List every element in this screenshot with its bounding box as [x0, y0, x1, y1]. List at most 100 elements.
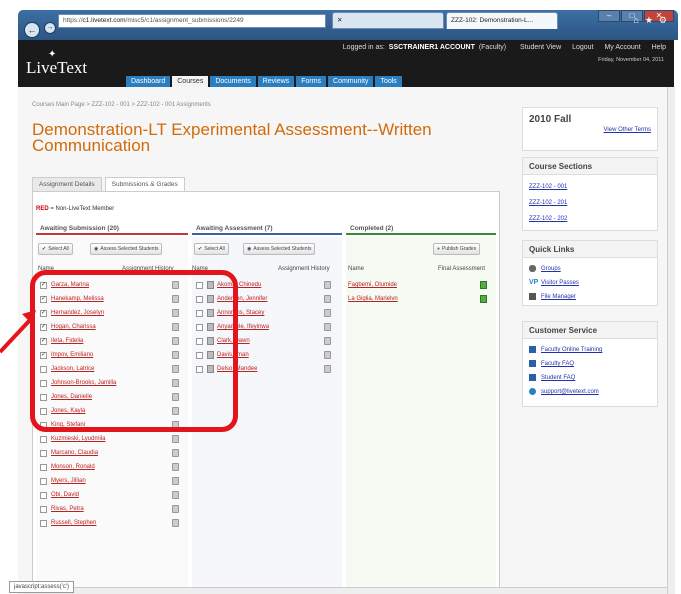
student-name-link[interactable]: La Giglia, Marielvn	[348, 296, 398, 302]
quick-links-box: Quick Links Groups VP Visitor Passes File…	[522, 240, 658, 306]
nav-reviews[interactable]: Reviews	[257, 76, 295, 87]
assignment-history-icon[interactable]	[324, 337, 331, 345]
section-link[interactable]: ZZZ-102 - 202	[529, 211, 651, 227]
minimize-icon[interactable]: –	[598, 10, 620, 22]
toolbar-icons[interactable]: ⌂★⚙	[633, 15, 673, 26]
assignment-history-icon[interactable]	[172, 491, 179, 499]
publish-icon: ●	[437, 246, 441, 252]
faculty-training-link[interactable]: Faculty Online Training	[541, 347, 602, 353]
student-name-link[interactable]: Rivas, Petra	[51, 506, 84, 512]
file-manager-link[interactable]: File Manager	[541, 294, 576, 300]
subtabs: Assignment Details Submissions & Grades	[32, 177, 188, 191]
assignment-history-icon[interactable]	[172, 519, 179, 527]
awaiting-assessment-header: Awaiting Assessment (7)	[192, 223, 342, 235]
help-link[interactable]: Help	[652, 44, 666, 51]
my-account-link[interactable]: My Account	[604, 44, 640, 51]
forward-icon[interactable]: →	[44, 22, 56, 34]
student-name-link[interactable]: Fagbemi, Olumide	[348, 282, 397, 288]
final-assessment-label: Final Assessment	[438, 266, 486, 272]
assess-selected-button[interactable]: ◉ Assess Selected Students	[243, 243, 316, 255]
nav-documents[interactable]: Documents	[210, 76, 256, 87]
student-name-link[interactable]: Kuzmieski, Lyudmila	[51, 436, 105, 442]
assignment-history-icon[interactable]	[172, 463, 179, 471]
nav-community[interactable]: Community	[328, 76, 374, 87]
student-checkbox[interactable]	[40, 449, 47, 457]
assignment-history-icon[interactable]	[324, 281, 331, 289]
student-name-link[interactable]: Russell, Stephen	[51, 520, 96, 526]
browser-tab-blank[interactable]: ✕	[332, 12, 444, 29]
customer-service-title: Customer Service	[523, 322, 657, 339]
section-link[interactable]: ZZZ-102 - 001	[529, 179, 651, 195]
url-domain: c1.livetext.com	[82, 17, 126, 24]
assess-selected-button[interactable]: ◉ Assess Selected Students	[90, 243, 163, 255]
student-view-link[interactable]: Student View	[520, 44, 561, 51]
publish-grades-button[interactable]: ● Publish Grades	[433, 243, 481, 255]
student-faq-link[interactable]: Student FAQ	[541, 375, 575, 381]
student-name-link[interactable]: Marcano, Claudia	[51, 450, 98, 456]
tab-assignment-details[interactable]: Assignment Details	[32, 177, 102, 191]
view-other-terms-link[interactable]: View Other Terms	[523, 127, 657, 133]
section-link[interactable]: ZZZ-102 - 201	[529, 195, 651, 211]
logout-link[interactable]: Logout	[572, 44, 593, 51]
student-checkbox[interactable]	[40, 491, 47, 499]
annotation-arrow-icon	[0, 310, 36, 354]
student-name-link[interactable]: Obi, David	[51, 492, 79, 498]
assignment-history-icon[interactable]	[172, 449, 179, 457]
course-sections-title: Course Sections	[523, 158, 657, 175]
assess-icon: ◉	[94, 246, 99, 252]
horizontal-scrollbar[interactable]	[18, 587, 667, 594]
assignment-history-icon[interactable]	[324, 323, 331, 331]
breadcrumb[interactable]: Courses Main Page > ZZZ-102 - 001 > ZZZ-…	[32, 102, 211, 108]
select-all-button[interactable]: ✔ Select All	[194, 243, 229, 255]
student-checkbox[interactable]	[40, 477, 47, 485]
final-assessment-icon[interactable]	[480, 281, 487, 289]
select-all-button[interactable]: ✔ Select All	[38, 243, 73, 255]
student-name-link[interactable]: Monson, Ronald	[51, 464, 95, 470]
assess-icon: ◉	[247, 246, 252, 252]
vertical-scrollbar[interactable]	[667, 87, 675, 594]
student-checkbox[interactable]	[40, 505, 47, 513]
visitor-passes-link[interactable]: Visitor Passes	[541, 280, 579, 286]
nav-courses[interactable]: Courses	[172, 76, 209, 87]
student-checkbox[interactable]	[40, 519, 47, 527]
tab-submissions-grades[interactable]: Submissions & Grades	[104, 177, 185, 191]
student-checkbox[interactable]	[40, 463, 47, 471]
legend-note: RED = Non-LiveText Member	[36, 206, 114, 212]
student-name-link[interactable]: Myers, Jillian	[51, 478, 86, 484]
final-assessment-icon[interactable]	[480, 295, 487, 303]
nav-forms[interactable]: Forms	[296, 76, 327, 87]
assess-label: Assess Selected Students	[253, 246, 312, 252]
assignment-history-icon[interactable]	[172, 477, 179, 485]
account-role: (Faculty)	[478, 44, 507, 51]
browser-tab-active[interactable]: ZZZ-102: Demonstration-L...	[446, 12, 558, 29]
course-sections-box: Course Sections ZZZ-102 - 001 ZZZ-102 - …	[522, 157, 658, 231]
nav-dashboard[interactable]: Dashboard	[126, 76, 171, 87]
file-manager-icon	[529, 292, 536, 300]
student-row: Marcano, Claudia	[40, 446, 186, 460]
tab-close-icon[interactable]: ✕	[337, 17, 342, 24]
student-checkbox[interactable]	[40, 435, 47, 443]
page-title: Demonstration-LT Experimental Assessment…	[32, 120, 432, 155]
support-email-link[interactable]: support@livetext.com	[541, 389, 599, 395]
faq-icon	[529, 359, 536, 367]
assignment-history-icon[interactable]	[324, 309, 331, 317]
awaiting-submission-header: Awaiting Submission (20)	[36, 223, 188, 235]
publish-label: Publish Grades	[442, 246, 477, 252]
assignment-history-icon[interactable]	[324, 295, 331, 303]
logged-in-label: Logged in as:	[342, 44, 385, 51]
check-icon: ✔	[42, 246, 47, 252]
url-path: /misc5/c1/assignment_submissions/2249	[125, 17, 244, 24]
assignment-history-icon[interactable]	[324, 365, 331, 373]
site-header: ✦ LiveText Logged in as: SSCTRAINER1 ACC…	[18, 40, 674, 87]
student-row: Myers, Jillian	[40, 474, 186, 488]
groups-link[interactable]: Groups	[541, 266, 561, 272]
back-icon[interactable]: ←	[24, 22, 40, 38]
nav-tools[interactable]: Tools	[375, 76, 402, 87]
check-icon: ✔	[198, 246, 203, 252]
assignment-history-icon[interactable]	[172, 435, 179, 443]
faculty-faq-link[interactable]: Faculty FAQ	[541, 361, 574, 367]
address-bar[interactable]: https://c1.livetext.com/misc5/c1/assignm…	[58, 14, 326, 28]
assignment-history-icon[interactable]	[172, 505, 179, 513]
site-logo[interactable]: LiveText	[26, 58, 87, 78]
assignment-history-icon[interactable]	[324, 351, 331, 359]
